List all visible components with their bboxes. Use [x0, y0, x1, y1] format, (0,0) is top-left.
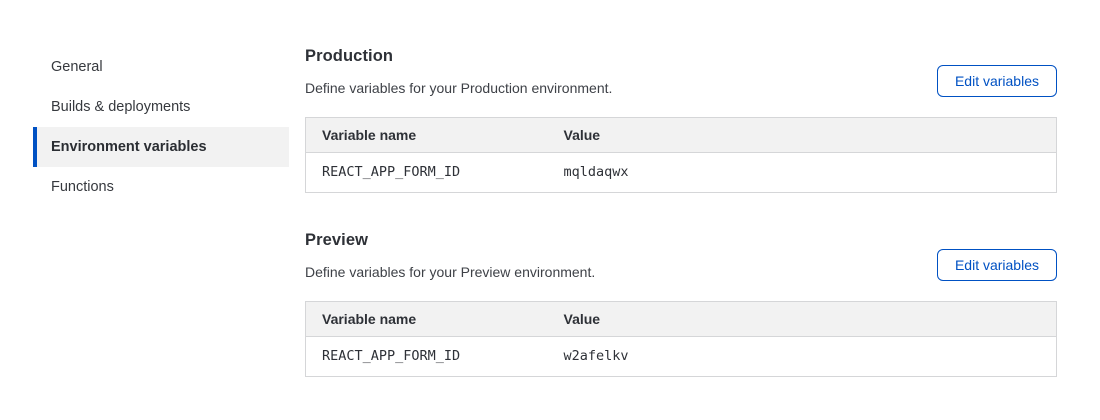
sidebar-item-label: Functions	[51, 179, 114, 195]
sidebar-item-label: Environment variables	[51, 139, 207, 155]
production-edit-variables-button[interactable]: Edit variables	[937, 65, 1057, 97]
sidebar-item-label: Builds & deployments	[51, 99, 190, 115]
preview-section-header: Preview Define variables for your Previe…	[305, 229, 1057, 281]
table-row: REACT_APP_FORM_ID mqldaqwx	[306, 153, 1057, 193]
sidebar-item-builds-deployments[interactable]: Builds & deployments	[33, 87, 289, 127]
column-header-variable-name: Variable name	[306, 118, 548, 153]
environment-variables-content: Production Define variables for your Pro…	[305, 45, 1057, 377]
variable-value-cell: mqldaqwx	[548, 153, 1057, 193]
table-header-row: Variable name Value	[306, 302, 1057, 337]
column-header-value: Value	[548, 302, 1057, 337]
preview-variables-table: Variable name Value REACT_APP_FORM_ID w2…	[305, 301, 1057, 377]
column-header-variable-name: Variable name	[306, 302, 548, 337]
table-row: REACT_APP_FORM_ID w2afelkv	[306, 337, 1057, 377]
settings-sidebar: General Builds & deployments Environment…	[33, 47, 289, 207]
sidebar-item-functions[interactable]: Functions	[33, 167, 289, 207]
sidebar-item-general[interactable]: General	[33, 47, 289, 87]
production-section-header: Production Define variables for your Pro…	[305, 45, 1057, 97]
table-header-row: Variable name Value	[306, 118, 1057, 153]
preview-section: Preview Define variables for your Previe…	[305, 229, 1057, 377]
variable-name-cell: REACT_APP_FORM_ID	[306, 153, 548, 193]
sidebar-item-label: General	[51, 59, 103, 75]
preview-title: Preview	[305, 229, 1057, 251]
production-variables-table: Variable name Value REACT_APP_FORM_ID mq…	[305, 117, 1057, 193]
preview-edit-variables-button[interactable]: Edit variables	[937, 249, 1057, 281]
production-section: Production Define variables for your Pro…	[305, 45, 1057, 193]
settings-page: General Builds & deployments Environment…	[0, 0, 1100, 420]
production-title: Production	[305, 45, 1057, 67]
variable-value-cell: w2afelkv	[548, 337, 1057, 377]
sidebar-item-environment-variables[interactable]: Environment variables	[33, 127, 289, 167]
column-header-value: Value	[548, 118, 1057, 153]
variable-name-cell: REACT_APP_FORM_ID	[306, 337, 548, 377]
